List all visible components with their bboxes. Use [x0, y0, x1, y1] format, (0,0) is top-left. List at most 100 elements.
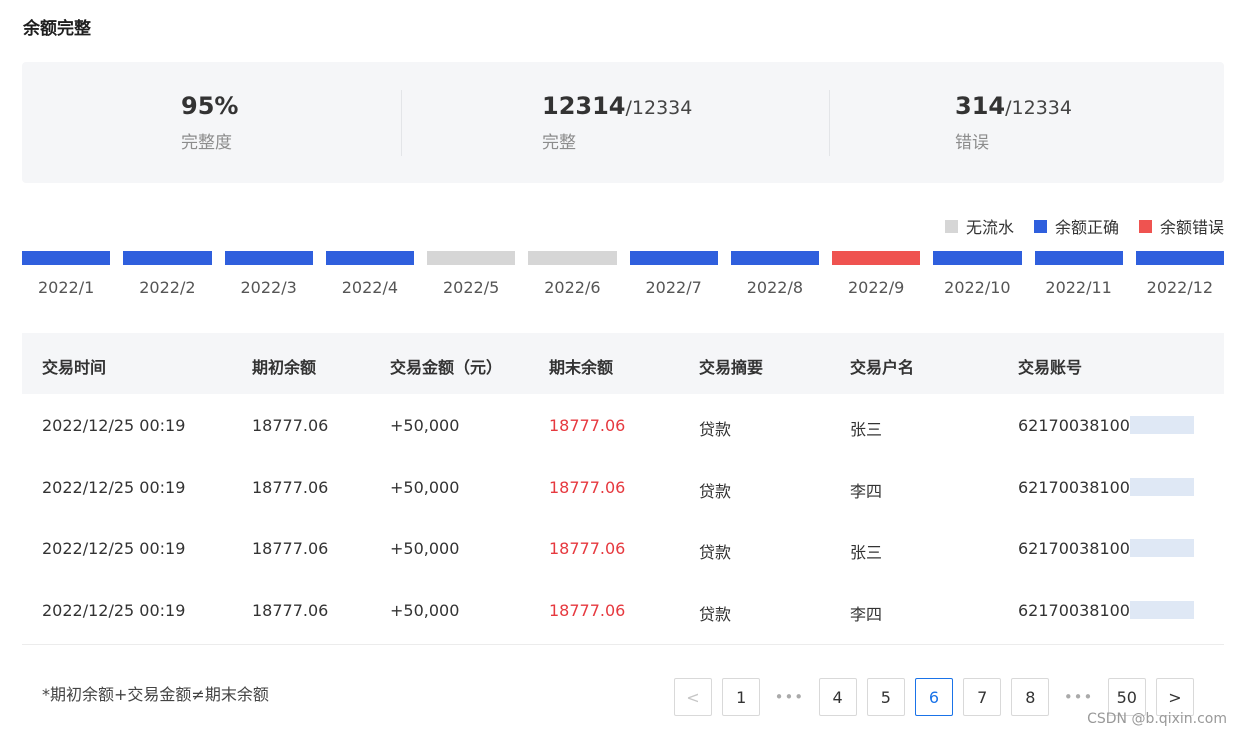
month-segment[interactable]: 2022/11: [1034, 251, 1123, 297]
month-label: 2022/5: [442, 278, 500, 297]
legend-swatch: [944, 219, 958, 233]
month-segment[interactable]: 2022/12: [1135, 251, 1224, 297]
month-bar: [1135, 251, 1224, 265]
month-segment[interactable]: 2022/4: [325, 251, 414, 297]
month-bar: [933, 251, 1022, 265]
footnote: *期初余额+交易金额≠期末余额: [42, 685, 269, 704]
table-cell: 18777.06: [549, 477, 626, 497]
table-cell: 18777.06: [252, 477, 329, 497]
month-segment[interactable]: 2022/6: [528, 251, 617, 297]
month-segment[interactable]: 2022/2: [123, 251, 212, 297]
month-segment[interactable]: 2022/3: [224, 251, 313, 297]
ellipsis: •••: [774, 688, 805, 706]
table-cell: 贷款: [699, 420, 732, 439]
table-cell: 贷款: [699, 543, 732, 562]
month-label: 2022/4: [341, 278, 399, 297]
page-title: 余额完整: [23, 19, 91, 39]
legend-item: 余额错误: [1138, 214, 1224, 238]
month-bar: [832, 251, 921, 265]
column-header: 交易金额（元）: [390, 358, 503, 377]
month-segment[interactable]: 2022/5: [427, 251, 516, 297]
table-cell: 贷款: [699, 481, 732, 501]
table-cell: +50,000: [390, 416, 460, 435]
table-cell: 李四: [850, 604, 883, 624]
stat-complete: 12314/12334 完整: [542, 90, 692, 153]
month-bar: [730, 251, 819, 265]
table-cell: 621700381003: [1018, 477, 1141, 497]
month-label: 2022/3: [240, 278, 297, 297]
stat-label: 完整: [542, 133, 576, 153]
month-label: 2022/12: [1146, 278, 1214, 297]
column-header: 期末余额: [549, 358, 614, 377]
page-button[interactable]: 1: [722, 678, 761, 716]
table-cell: 贷款: [699, 604, 732, 624]
page-button[interactable]: 5: [866, 678, 905, 716]
month-label: 2022/9: [847, 278, 905, 297]
transactions-table: 交易时间 期初余额 交易金额（元） 期末余额 交易摘要 交易户名 交易账号 2022/12/…: [22, 333, 1224, 640]
column-header: 期初余额: [252, 358, 317, 377]
legend-swatch: [1033, 219, 1047, 233]
page-button[interactable]: 4: [818, 678, 857, 716]
stat-label: 错误: [955, 133, 989, 153]
month-label: 2022/1: [37, 278, 95, 297]
legend-label: 无流水: [965, 218, 1014, 237]
stat-value: 314/12334: [955, 92, 1072, 120]
table-row: 2022/12/25 00:19 18777.06 +50,000 18777.06 贷…: [22, 517, 1224, 579]
table-bottom-divider: [22, 644, 1224, 645]
month-segment[interactable]: 2022/8: [730, 251, 819, 297]
legend-swatch: [1138, 219, 1152, 233]
stat-divider: [401, 90, 402, 156]
month-segment[interactable]: 2022/9: [832, 251, 921, 297]
page-button[interactable]: 6: [915, 678, 953, 716]
month-bar: [427, 251, 516, 265]
month-label: 2022/11: [1045, 278, 1112, 297]
table-cell: 18777.06: [549, 600, 626, 620]
table-cell: 2022/12/25 00:19: [42, 600, 186, 620]
account-mask: [1130, 477, 1194, 496]
table-row: 2022/12/25 00:19 18777.06 +50,000 18777.06 贷…: [22, 456, 1224, 518]
stat-divider: [829, 90, 830, 156]
month-bar: [224, 251, 313, 265]
page-button[interactable]: 7: [963, 678, 1002, 716]
table-row: 2022/12/25 00:19 18777.06 +50,000 18777.06 贷…: [22, 394, 1224, 456]
stat-error: 314/12334 错误: [955, 90, 1072, 153]
table-cell: 18777.06: [252, 600, 329, 620]
month-label: 2022/8: [746, 278, 804, 297]
stat-value: 12314/12334: [542, 92, 693, 120]
month-label: 2022/10: [944, 278, 1011, 297]
page-button[interactable]: 8: [1011, 678, 1050, 716]
table-cell: 张三: [850, 420, 883, 439]
month-segment[interactable]: 2022/10: [933, 251, 1022, 297]
account-mask: [1130, 416, 1194, 434]
column-header: 交易摘要: [699, 358, 764, 377]
stats-panel: 95% 完整度 12314/12334 完整 314/12334 错误: [22, 62, 1224, 183]
table-row: 2022/12/25 00:19 18777.06 +50,000 18777.06 贷…: [22, 579, 1224, 641]
month-label: 2022/7: [645, 278, 702, 297]
table-cell: +50,000: [390, 539, 460, 558]
table-cell: 李四: [850, 481, 883, 501]
month-label: 2022/6: [544, 278, 601, 297]
month-bar: [1034, 251, 1123, 265]
watermark: CSDN @b.qixin.com: [1087, 711, 1227, 727]
table-cell: 18777.06: [252, 539, 329, 558]
month-label: 2022/2: [139, 278, 196, 297]
legend-item: 余额正确: [1033, 214, 1119, 238]
month-segment[interactable]: 2022/7: [629, 251, 718, 297]
prev-page-button[interactable]: <: [674, 678, 712, 716]
table-cell: 621700381003: [1018, 539, 1141, 558]
month-bar: [528, 251, 617, 265]
month-bar: [325, 251, 414, 265]
legend: 无流水 余额正确 余额错误: [925, 214, 1224, 238]
table-cell: 2022/12/25 00:19: [42, 477, 186, 497]
table-cell: 2022/12/25 00:19: [42, 416, 186, 435]
column-header: 交易户名: [850, 358, 915, 377]
table-cell: 18777.06: [549, 539, 626, 558]
table-cell: 2022/12/25 00:19: [42, 539, 186, 558]
table-cell: 18777.06: [549, 416, 626, 435]
month-segment[interactable]: 2022/1: [22, 251, 111, 297]
legend-item: 无流水: [944, 214, 1014, 238]
account-mask: [1130, 539, 1194, 557]
column-header: 交易时间: [42, 358, 107, 377]
table-header: 交易时间 期初余额 交易金额（元） 期末余额 交易摘要 交易户名 交易账号: [22, 333, 1224, 394]
legend-label: 余额错误: [1159, 218, 1224, 237]
